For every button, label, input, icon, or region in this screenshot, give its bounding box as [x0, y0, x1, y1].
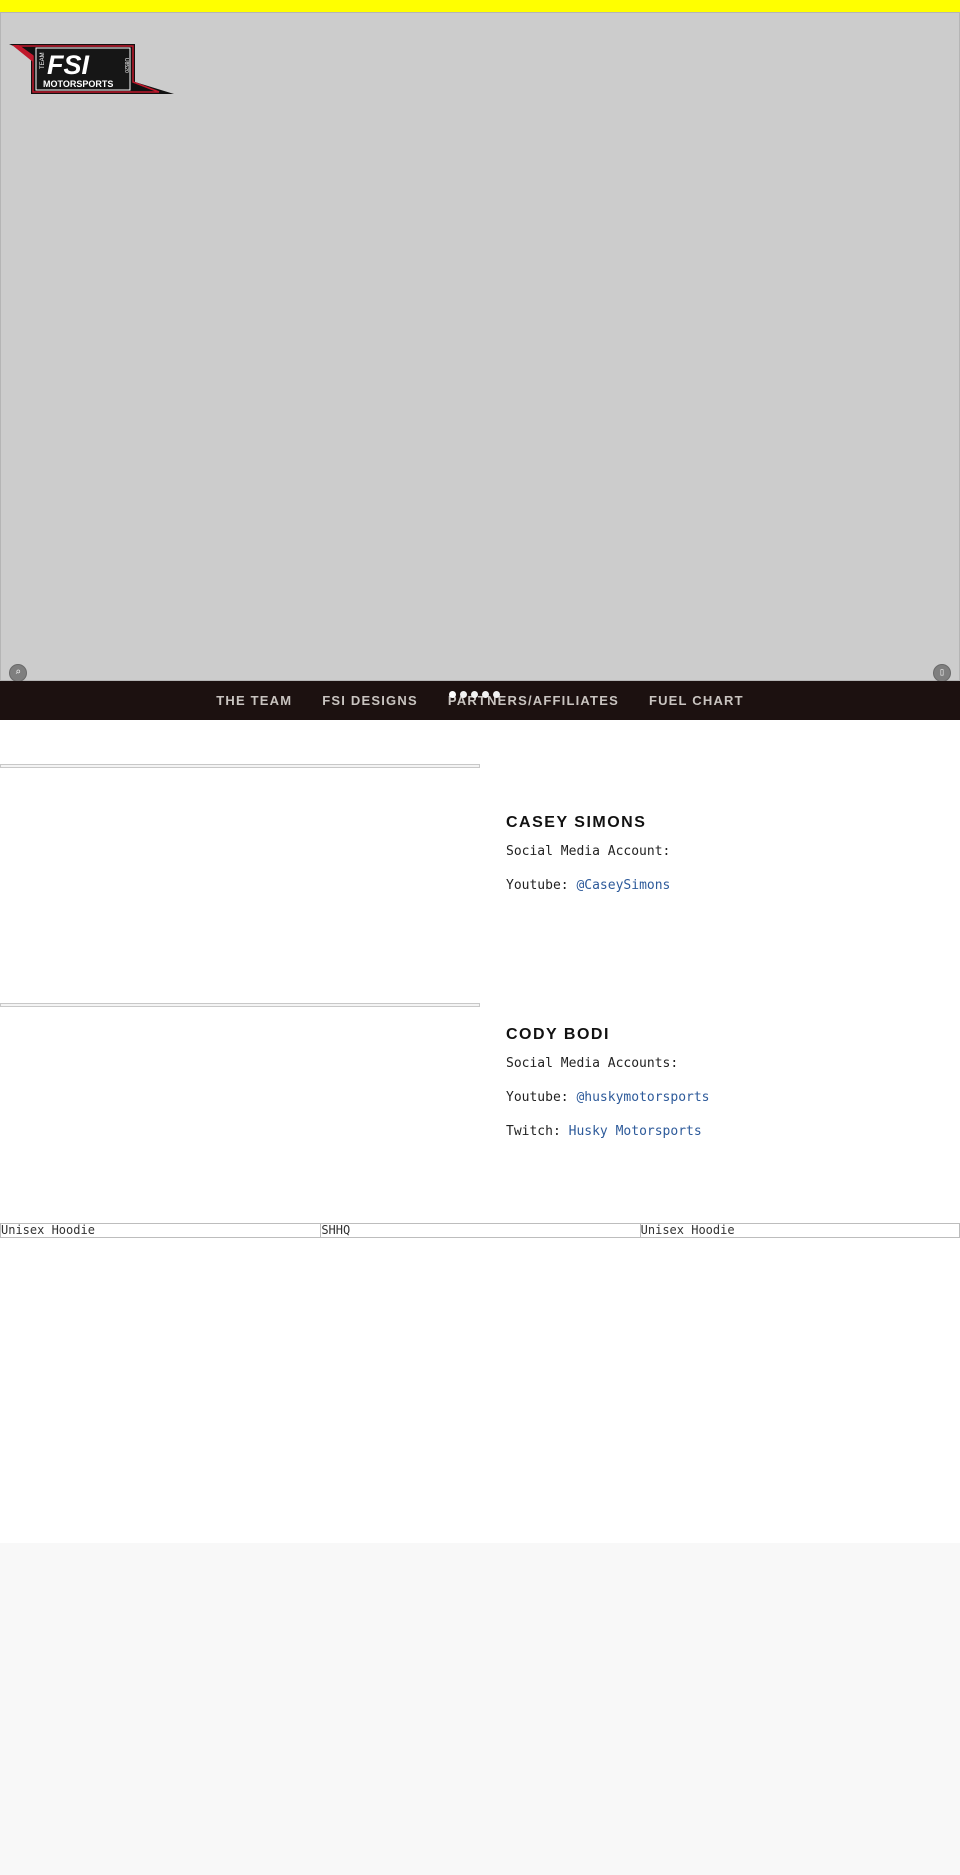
nav-item-fuel-chart[interactable]: FUEL CHART	[634, 693, 759, 708]
product-item[interactable]: SHHQ	[320, 1224, 639, 1237]
logo-right-text: U8520	[123, 58, 129, 73]
member-name: CODY BODI	[506, 1026, 610, 1043]
nav-item-the-team[interactable]: THE TEAM	[201, 693, 307, 708]
top-banner-strip	[0, 0, 960, 12]
slide-dot[interactable]	[493, 691, 500, 698]
platform-label: Twitch:	[506, 1124, 561, 1139]
slide-indicators	[449, 691, 500, 698]
twitch-link[interactable]: Husky Motorsports	[569, 1124, 702, 1139]
youtube-link[interactable]: @CaseySimons	[576, 878, 670, 893]
logo-title: FSI	[47, 50, 90, 80]
slide-dot[interactable]	[471, 691, 478, 698]
footer	[0, 1543, 960, 1875]
youtube-link[interactable]: @huskymotorsports	[576, 1090, 709, 1105]
social-link-row: Youtube: @CaseySimons	[506, 878, 670, 893]
fsi-motorsports-logo[interactable]: FSI MOTORSPORTS TEAM U8520	[9, 44, 179, 96]
slide-dot[interactable]	[460, 691, 467, 698]
social-link-row: Twitch: Husky Motorsports	[506, 1124, 702, 1139]
member-name: CASEY SIMONS	[506, 814, 647, 831]
social-heading: Social Media Account:	[506, 844, 671, 859]
product-row: Unisex Hoodie SHHQ Unisex Hoodie	[0, 1223, 960, 1238]
main-navigation: THE TEAM FSI DESIGNS PARTNERS/AFFILIATES…	[0, 681, 960, 720]
platform-label: Youtube:	[506, 878, 569, 893]
search-icon[interactable]: ⌕	[9, 664, 27, 682]
social-link-row: Youtube: @huskymotorsports	[506, 1090, 710, 1105]
member-photo-frame	[0, 1003, 480, 1007]
slide-dot[interactable]	[482, 691, 489, 698]
pause-icon[interactable]: ▯	[933, 664, 951, 682]
product-item[interactable]: Unisex Hoodie	[1, 1224, 320, 1237]
member-photo-frame	[0, 764, 480, 768]
hero-slideshow: FSI MOTORSPORTS TEAM U8520 ⌕ ▯	[0, 12, 960, 682]
nav-item-fsi-designs[interactable]: FSI DESIGNS	[307, 693, 433, 708]
slide-dot[interactable]	[449, 691, 456, 698]
logo-left-text: TEAM	[40, 52, 46, 69]
product-item[interactable]: Unisex Hoodie	[639, 1224, 959, 1237]
platform-label: Youtube:	[506, 1090, 569, 1105]
social-heading: Social Media Accounts:	[506, 1056, 679, 1071]
logo-subtitle: MOTORSPORTS	[43, 79, 113, 89]
